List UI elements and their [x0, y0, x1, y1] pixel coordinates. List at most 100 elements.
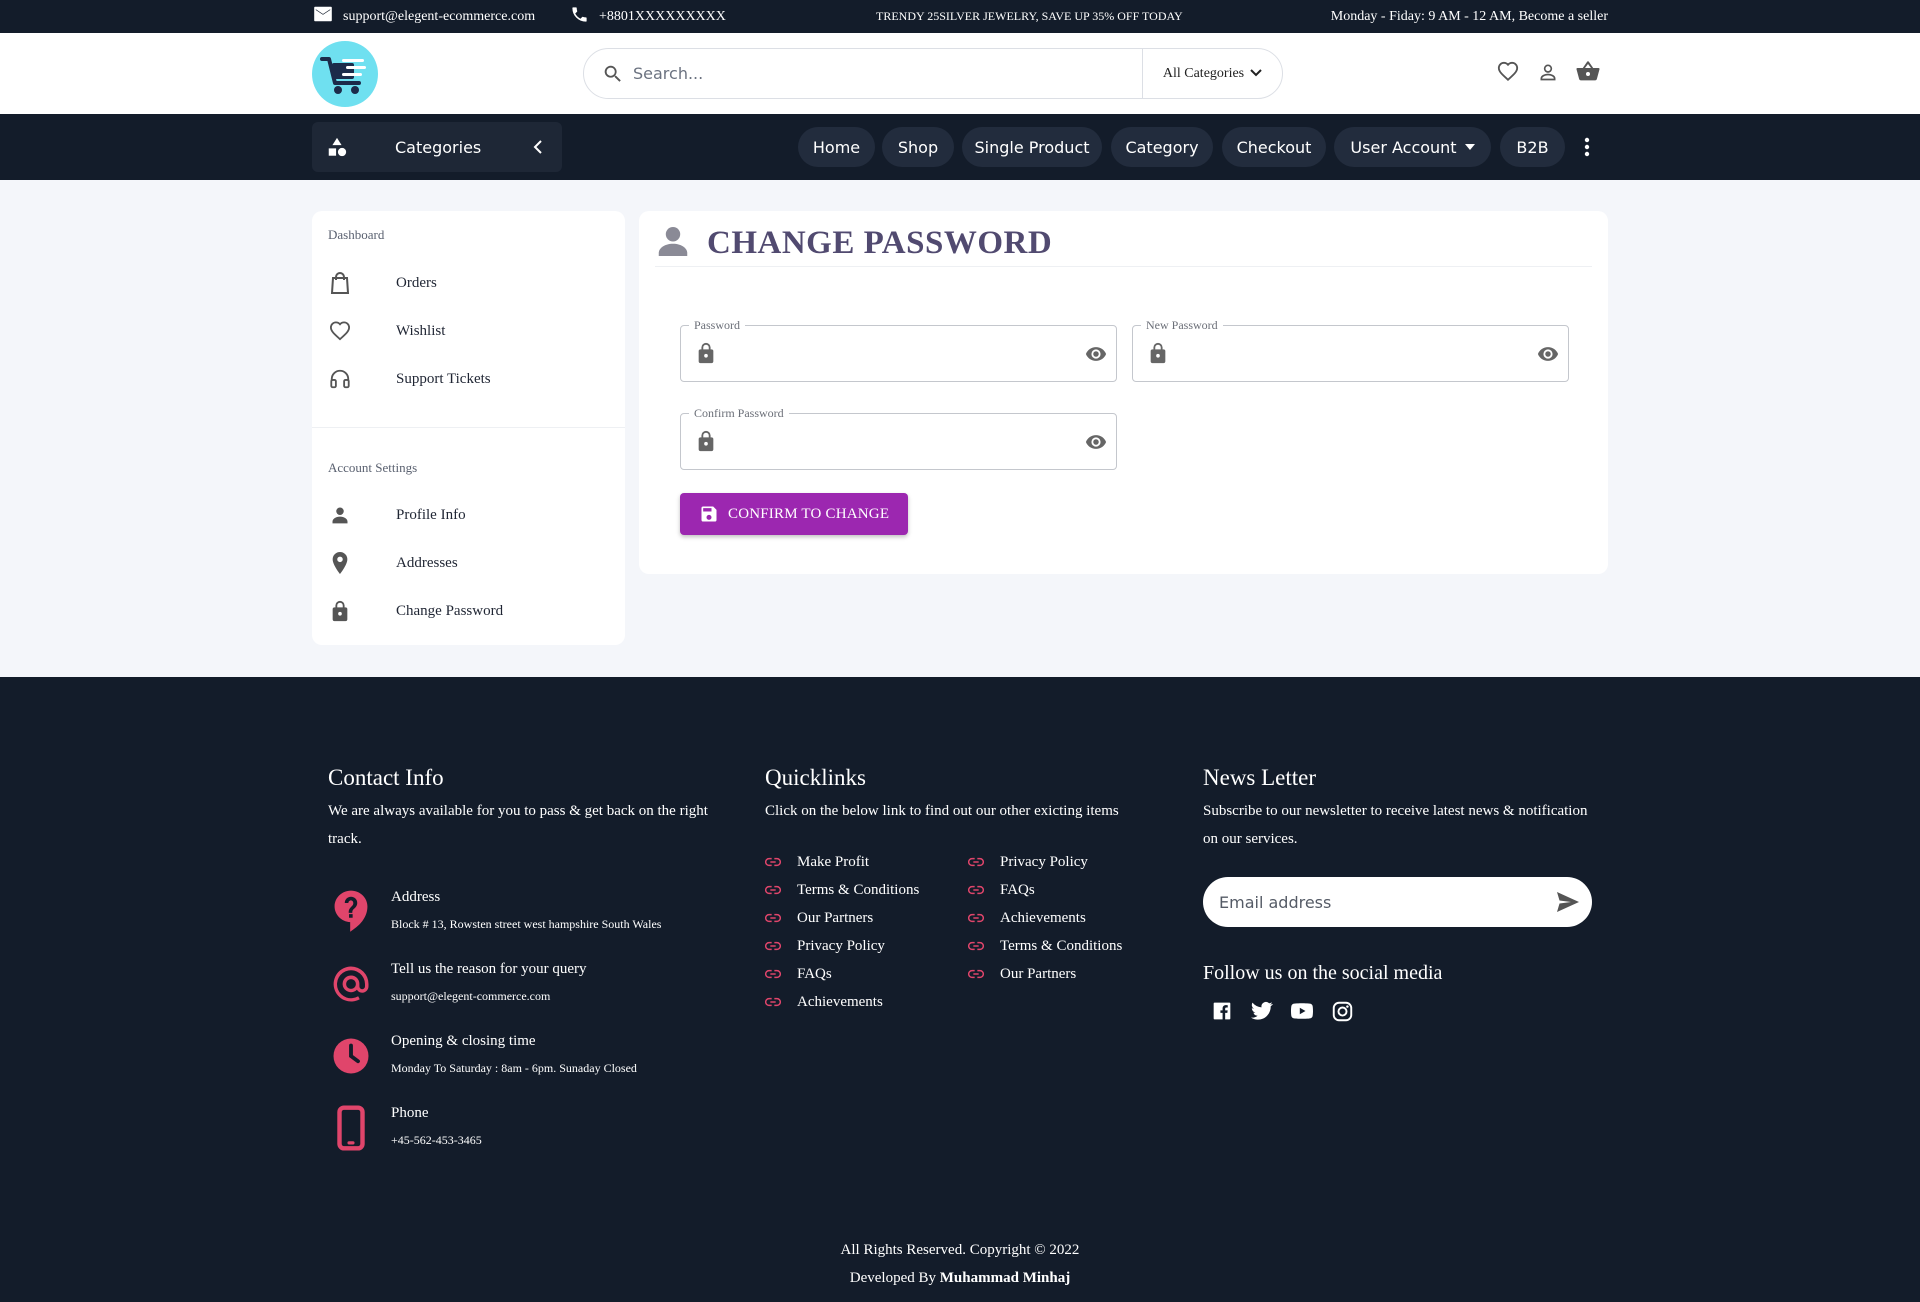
- quicklink-item[interactable]: Make Profit: [765, 852, 869, 872]
- developed-by-label: Developed By: [849, 1270, 937, 1286]
- sidebar-item-profile-info[interactable]: Profile Info: [328, 497, 608, 533]
- quicklink-item[interactable]: FAQs: [765, 964, 832, 984]
- contact-query-value[interactable]: support@elegent-commerce.com: [391, 989, 550, 1004]
- contact-query-title: Tell us the reason for your query: [391, 961, 587, 977]
- newsletter-form: [1203, 877, 1592, 927]
- contact-phone-title: Phone: [391, 1105, 429, 1121]
- nav-shop[interactable]: Shop: [882, 127, 954, 167]
- copyright-text: All Rights Reserved. Copyright © 2022: [840, 1242, 1080, 1258]
- nav-checkout-label: Checkout: [1236, 137, 1312, 157]
- new-password-input[interactable]: [1181, 336, 1521, 372]
- topbar-phone[interactable]: +8801XXXXXXXXX: [570, 0, 726, 33]
- mail-icon: [313, 6, 333, 27]
- quicklink-label: FAQs: [797, 965, 832, 982]
- newsletter-heading: News Letter: [1203, 765, 1317, 790]
- quicklink-item[interactable]: Our Partners: [765, 908, 873, 928]
- quicklink-item[interactable]: Terms & Conditions: [968, 936, 1122, 956]
- contact-info-heading: Contact Info: [328, 765, 444, 790]
- basket-icon[interactable]: [1576, 60, 1600, 84]
- sidebar-item-addresses[interactable]: Addresses: [328, 545, 608, 581]
- smartphone-icon: [328, 1105, 374, 1151]
- password-input[interactable]: [729, 336, 1069, 372]
- quicklink-item[interactable]: Achievements: [765, 992, 883, 1012]
- link-icon: [765, 885, 781, 895]
- password-field-label: Password: [689, 318, 746, 332]
- top-bar: support@elegent-ecommerce.com +8801XXXXX…: [0, 0, 1920, 33]
- nav-user-account[interactable]: User Account: [1334, 127, 1491, 167]
- new-password-field-label: New Password: [1141, 318, 1223, 332]
- contact-hours-title: Opening & closing time: [391, 1033, 536, 1049]
- newsletter-email-input[interactable]: [1219, 877, 1539, 927]
- header: All Categories: [0, 33, 1920, 114]
- confirm-to-change-button[interactable]: CONFIRM TO CHANGE: [680, 493, 908, 535]
- link-icon: [765, 941, 781, 951]
- new-password-field: New Password: [1132, 318, 1569, 382]
- user-icon[interactable]: [1536, 60, 1560, 84]
- contact-address-value: Block # 13, Rowsten street west hampshir…: [391, 917, 662, 931]
- youtube-icon[interactable]: [1290, 999, 1314, 1023]
- confirm-password-input[interactable]: [729, 424, 1069, 460]
- page-title: CHANGE PASSWORD: [655, 223, 1052, 264]
- nav-checkout[interactable]: Checkout: [1222, 127, 1326, 167]
- categories-button[interactable]: Categories: [312, 122, 562, 172]
- category-select-label: All Categories: [1162, 65, 1245, 81]
- search-input[interactable]: [633, 50, 1153, 97]
- at-icon: [328, 961, 374, 1007]
- nav-home[interactable]: Home: [798, 127, 875, 167]
- topbar-email[interactable]: support@elegent-ecommerce.com: [313, 0, 535, 33]
- instagram-icon[interactable]: [1330, 999, 1354, 1023]
- nav-single-product[interactable]: Single Product: [962, 127, 1102, 167]
- search-icon[interactable]: [584, 49, 624, 98]
- chevron-down-icon: [1250, 66, 1262, 82]
- question-icon: [328, 889, 374, 935]
- main-nav: Categories Home Shop Single Product Cate…: [0, 114, 1920, 180]
- quicklink-item[interactable]: Privacy Policy: [968, 852, 1088, 872]
- person-icon: [655, 223, 691, 264]
- category-select[interactable]: All Categories: [1142, 49, 1282, 98]
- sidebar-item-label: Addresses: [396, 554, 458, 571]
- site-logo[interactable]: [312, 41, 378, 107]
- sidebar-item-wishlist[interactable]: Wishlist: [328, 313, 608, 349]
- quicklink-item[interactable]: Our Partners: [968, 964, 1076, 984]
- heart-icon[interactable]: [1496, 60, 1520, 84]
- quicklink-label: Our Partners: [1000, 965, 1077, 982]
- bag-icon: [328, 271, 352, 295]
- confirm-button-label: CONFIRM TO CHANGE: [728, 505, 890, 522]
- eye-icon[interactable]: [1084, 343, 1108, 370]
- save-icon: [699, 504, 719, 529]
- link-icon: [765, 997, 781, 1007]
- nav-b2b[interactable]: B2B: [1500, 127, 1565, 167]
- sidebar-divider: [312, 427, 625, 428]
- sidebar-item-change-password[interactable]: Change Password: [328, 593, 608, 629]
- categories-label: Categories: [395, 137, 482, 157]
- send-icon[interactable]: [1556, 891, 1580, 918]
- quicklink-label: Terms & Conditions: [1000, 937, 1123, 954]
- developer-name: Muhammad Minhaj: [939, 1270, 1071, 1286]
- quicklink-item[interactable]: Privacy Policy: [765, 936, 885, 956]
- page-title-text: CHANGE PASSWORD: [707, 225, 1053, 261]
- eye-icon[interactable]: [1536, 343, 1560, 370]
- eye-icon[interactable]: [1084, 431, 1108, 458]
- quicklink-item[interactable]: Achievements: [968, 908, 1086, 928]
- heart-icon: [328, 319, 352, 343]
- link-icon: [968, 885, 984, 895]
- lock-icon: [697, 430, 715, 457]
- contact-phone: Phone +45-562-453-3465: [328, 1105, 728, 1165]
- twitter-icon[interactable]: [1250, 999, 1274, 1023]
- nav-category[interactable]: Category: [1111, 127, 1213, 167]
- quicklink-item[interactable]: Terms & Conditions: [765, 880, 919, 900]
- sidebar-heading-account-settings: Account Settings: [328, 460, 418, 475]
- contact-phone-value[interactable]: +45-562-453-3465: [391, 1133, 482, 1148]
- confirm-password-field-label: Confirm Password: [689, 406, 789, 420]
- contact-info-text: We are always available for you to pass …: [328, 803, 708, 847]
- contact-address-title: Address: [391, 889, 441, 905]
- quicklink-label: FAQs: [1000, 881, 1035, 898]
- header-icons: [1496, 60, 1600, 84]
- more-vert-icon[interactable]: [1578, 135, 1596, 164]
- nav-home-label: Home: [812, 137, 861, 157]
- sidebar-item-support-tickets[interactable]: Support Tickets: [328, 361, 608, 397]
- facebook-icon[interactable]: [1210, 999, 1234, 1023]
- nav-user-account-label: User Account: [1350, 137, 1457, 157]
- sidebar-item-orders[interactable]: Orders: [328, 265, 608, 301]
- quicklink-item[interactable]: FAQs: [968, 880, 1035, 900]
